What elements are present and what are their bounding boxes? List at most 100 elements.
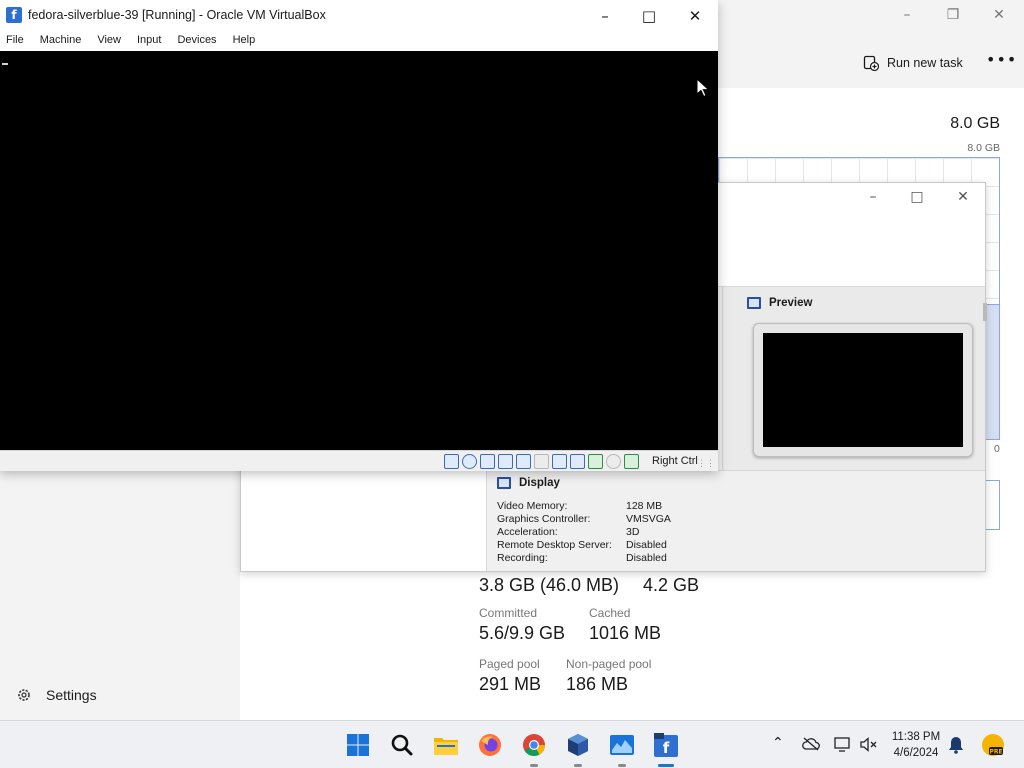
display-status-icon[interactable] xyxy=(552,454,567,469)
search-icon xyxy=(391,734,413,756)
preview-frame xyxy=(753,323,973,457)
volume-muted-icon[interactable] xyxy=(860,737,878,753)
virtualbox-icon xyxy=(568,734,588,756)
running-indicator xyxy=(618,764,626,767)
task-manager-icon xyxy=(610,735,634,755)
memory-total: 8.0 GB xyxy=(950,115,1000,132)
display-details: Video Memory: 128 MB Graphics Controller… xyxy=(497,500,671,564)
detail-key: Graphics Controller: xyxy=(497,513,591,525)
chevron-up-icon[interactable]: ⌃ xyxy=(772,735,784,751)
task-manager-button[interactable] xyxy=(606,729,638,767)
vm-statusbar: Right Ctrl ⋮⋮ xyxy=(0,450,718,471)
tm-minimize-button[interactable]: – xyxy=(884,4,930,26)
detail-key: Acceleration: xyxy=(497,526,558,538)
menu-help[interactable]: Help xyxy=(227,30,256,51)
vm-close-button[interactable]: ✕ xyxy=(672,5,718,27)
available-value: 4.2 GB xyxy=(643,575,700,595)
running-indicator xyxy=(530,764,538,767)
details-scrollbar[interactable] xyxy=(983,303,987,321)
detail-value: 128 MB xyxy=(626,500,663,512)
available-stat: 4.2 GB xyxy=(643,572,699,596)
gear-icon xyxy=(18,689,30,701)
resize-grip-icon[interactable]: ⋮⋮ xyxy=(697,458,715,469)
host-key-label: Right Ctrl xyxy=(652,455,698,467)
menu-input[interactable]: Input xyxy=(131,30,161,51)
detail-value: 3D xyxy=(626,526,640,538)
detail-key: Recording: xyxy=(497,552,548,564)
vbm-close-button[interactable]: ✕ xyxy=(943,187,983,207)
svg-text:f: f xyxy=(663,739,670,757)
virtualbox-logo-icon: f xyxy=(6,7,22,23)
start-icon xyxy=(347,734,369,756)
preview-header[interactable]: Preview xyxy=(747,297,812,309)
committed-value: 5.6/9.9 GB xyxy=(479,623,566,643)
monitor-icon xyxy=(747,297,761,309)
detail-key: Video Memory: xyxy=(497,500,568,512)
vbm-maximize-button[interactable]: □ xyxy=(897,187,937,207)
settings-label: Settings xyxy=(46,687,97,703)
preview-screen xyxy=(763,333,963,447)
cached-stat: Cached 1016 MB xyxy=(589,606,661,644)
tm-close-button[interactable]: ✕ xyxy=(976,4,1022,26)
vbm-minimize-button[interactable]: – xyxy=(853,187,893,207)
network-icon[interactable] xyxy=(498,454,513,469)
menu-view[interactable]: View xyxy=(91,30,121,51)
tm-maximize-button[interactable]: ❐ xyxy=(930,4,976,26)
in-use-stat: 3.8 GB (46.0 MB) xyxy=(479,572,619,596)
non-paged-pool-stat: Non-paged pool 186 MB xyxy=(566,657,651,695)
run-new-task-label: Run new task xyxy=(887,56,963,70)
non-paged-pool-label: Non-paged pool xyxy=(566,657,652,671)
settings-nav-item[interactable]: Settings xyxy=(16,687,97,703)
more-icon[interactable]: ••• xyxy=(986,50,1017,69)
paged-pool-stat: Paged pool 291 MB xyxy=(479,657,541,695)
chrome-button[interactable] xyxy=(518,729,550,767)
running-indicator xyxy=(574,764,582,767)
vm-maximize-button[interactable]: □ xyxy=(626,5,672,27)
active-indicator xyxy=(658,764,674,767)
vm-menubar: File Machine View Input Devices Help xyxy=(0,30,718,51)
keyboard-capture-icon[interactable] xyxy=(624,454,639,469)
optical-drive-icon[interactable] xyxy=(462,454,477,469)
copilot-preview-icon[interactable]: PRE xyxy=(980,732,1006,758)
file-explorer-button[interactable] xyxy=(430,729,462,761)
cached-label: Cached xyxy=(589,606,631,620)
graph-max-label: 8.0 GB xyxy=(967,142,1000,154)
display-title: Display xyxy=(519,477,560,489)
cpu-icon[interactable] xyxy=(588,454,603,469)
virtualbox-button[interactable] xyxy=(562,729,594,767)
mouse-integration-icon[interactable] xyxy=(606,454,621,469)
menu-devices[interactable]: Devices xyxy=(171,30,216,51)
committed-stat: Committed 5.6/9.9 GB xyxy=(479,606,565,644)
network-icon[interactable] xyxy=(834,737,852,753)
paged-pool-label: Paged pool xyxy=(479,657,540,671)
graph-min-label: 0 xyxy=(994,443,1000,455)
file-explorer-icon xyxy=(434,738,458,755)
vm-guest-display[interactable] xyxy=(0,51,718,450)
run-new-task-button[interactable]: Run new task xyxy=(863,52,963,74)
firefox-button[interactable] xyxy=(474,729,506,761)
paged-pool-value: 291 MB xyxy=(479,674,542,694)
menu-file[interactable]: File xyxy=(0,30,24,51)
mouse-pointer-icon xyxy=(696,78,710,98)
memory-composition-bar xyxy=(986,480,1000,530)
svg-text:PRE: PRE xyxy=(989,749,1002,756)
display-header[interactable]: Display xyxy=(497,477,560,489)
vm-window: f fedora-silverblue-39 [Running] - Oracl… xyxy=(0,0,718,471)
fedora-vm-button[interactable]: f xyxy=(650,729,682,767)
vm-titlebar[interactable]: f fedora-silverblue-39 [Running] - Oracl… xyxy=(0,0,718,30)
usb-icon[interactable] xyxy=(516,454,531,469)
vm-minimize-button[interactable]: – xyxy=(582,5,628,27)
hard-disk-icon[interactable] xyxy=(444,454,459,469)
shared-folders-icon[interactable] xyxy=(534,454,549,469)
onedrive-offline-icon[interactable] xyxy=(802,737,820,751)
menu-machine[interactable]: Machine xyxy=(34,30,82,51)
chrome-icon xyxy=(523,734,545,756)
audio-icon[interactable] xyxy=(480,454,495,469)
search-button[interactable] xyxy=(386,729,418,761)
notification-bell-icon[interactable] xyxy=(948,736,964,754)
run-task-icon xyxy=(863,55,879,71)
recording-icon[interactable] xyxy=(570,454,585,469)
text-cursor xyxy=(2,63,8,65)
system-clock[interactable]: 11:38 PM 4/6/2024 xyxy=(884,729,948,761)
start-button[interactable] xyxy=(342,729,374,761)
